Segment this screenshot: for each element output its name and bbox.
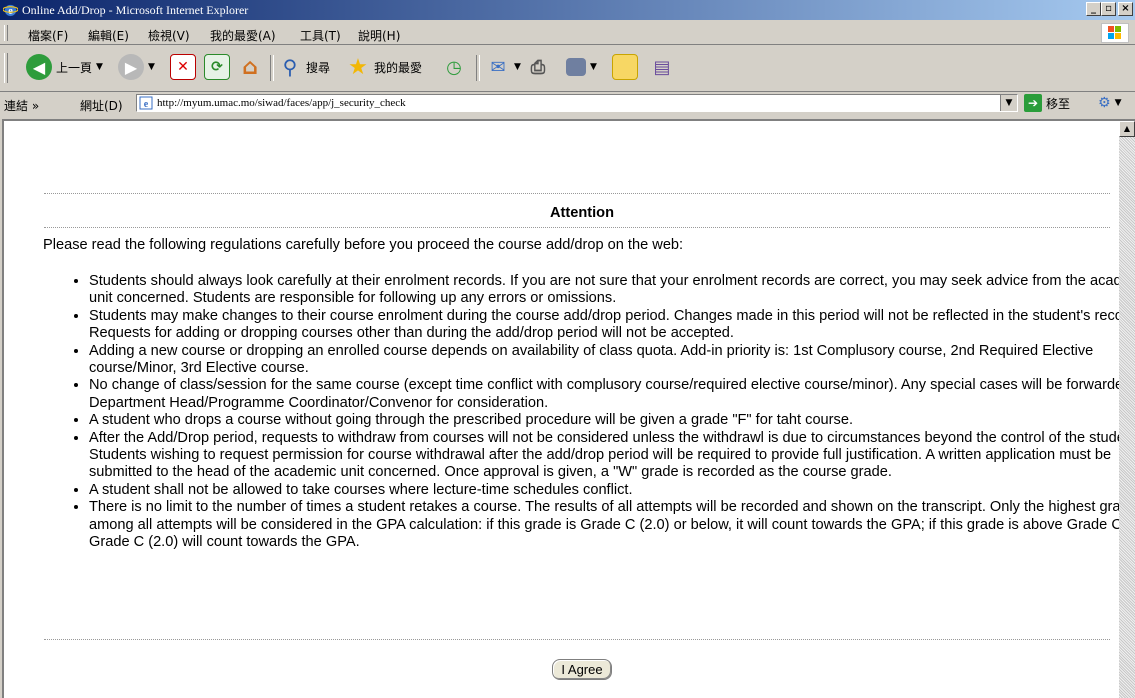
mail-button[interactable]: ✉ ▼ xyxy=(486,51,521,83)
folder-icon xyxy=(612,54,638,80)
links-label[interactable]: 連結 » xyxy=(4,97,39,114)
divider xyxy=(44,193,1110,194)
back-arrow-icon: ◀ xyxy=(26,54,52,80)
standard-toolbar: ◀ 上一頁 ▼ ▶ ▼ ✕ ⟳ ⌂ ⚲ 搜尋 ★ 我的最愛 ◷ ✉ ▼ ⎙ ▼ … xyxy=(0,45,1135,92)
list-item: A student shall not be allowed to take c… xyxy=(89,482,1135,499)
url-text[interactable]: http://myum.umac.mo/siwad/faces/app/j_se… xyxy=(157,97,406,109)
edit-page-icon xyxy=(566,58,586,76)
stop-button[interactable]: ✕ xyxy=(170,51,196,83)
regulations-list: Students should always look carefully at… xyxy=(43,273,1135,552)
web-content-area: Attention Please read the following regu… xyxy=(2,119,1135,698)
discuss-button[interactable] xyxy=(612,51,638,83)
list-item: Adding a new course or dropping an enrol… xyxy=(89,343,1135,378)
menu-edit[interactable]: 編輯(E) xyxy=(88,27,129,44)
menu-file[interactable]: 檔案(F) xyxy=(28,27,68,44)
agree-button[interactable]: I Agree xyxy=(552,659,612,680)
svg-text:e: e xyxy=(8,6,13,17)
divider xyxy=(44,639,1110,640)
search-button[interactable]: ⚲ 搜尋 xyxy=(278,51,330,83)
list-item: No change of class/session for the same … xyxy=(89,377,1135,412)
toolbar-separator xyxy=(270,55,274,81)
ie-page-icon: e xyxy=(139,96,153,110)
printer-icon: ⎙ xyxy=(530,56,546,78)
menu-bar: 檔案(F) 編輯(E) 檢視(V) 我的最愛(A) 工具(T) 說明(H) xyxy=(0,22,1135,45)
history-icon: ◷ xyxy=(446,56,462,78)
forward-button[interactable]: ▶ ▼ xyxy=(118,51,155,83)
mail-dropdown-icon[interactable]: ▼ xyxy=(514,62,521,72)
windows-logo-icon xyxy=(1101,23,1129,43)
list-item: Students should always look carefully at… xyxy=(89,273,1135,308)
extension-button[interactable]: ⚙ ▼ xyxy=(1098,95,1121,111)
maximize-button[interactable]: ▫ xyxy=(1101,2,1116,16)
menu-grip xyxy=(4,25,8,41)
list-item: A student who drops a course without goi… xyxy=(89,412,1135,429)
ie-logo-icon: e xyxy=(3,4,18,17)
research-icon: ▤ xyxy=(653,56,671,78)
list-item: After the Add/Drop period, requests to w… xyxy=(89,430,1135,482)
extension-icon: ⚙ xyxy=(1098,95,1111,111)
home-button[interactable]: ⌂ xyxy=(238,51,262,83)
refresh-icon: ⟳ xyxy=(204,54,230,80)
edit-dropdown-icon[interactable]: ▼ xyxy=(590,62,597,72)
intro-text: Please read the following regulations ca… xyxy=(43,237,684,253)
address-field[interactable]: e http://myum.umac.mo/siwad/faces/app/j_… xyxy=(136,94,1018,112)
go-label: 移至 xyxy=(1046,96,1071,111)
window-title: Online Add/Drop - Microsoft Internet Exp… xyxy=(22,3,249,17)
menu-favorites[interactable]: 我的最愛(A) xyxy=(210,27,276,44)
address-label: 網址(D) xyxy=(80,99,123,113)
svg-text:e: e xyxy=(144,99,149,110)
forward-arrow-icon: ▶ xyxy=(118,54,144,80)
window-title-bar: e Online Add/Drop - Microsoft Internet E… xyxy=(0,0,1135,20)
extension-dropdown-icon[interactable]: ▼ xyxy=(1115,98,1122,108)
list-item: There is no limit to the number of times… xyxy=(89,499,1135,551)
favorites-label: 我的最愛 xyxy=(374,60,423,75)
mail-icon: ✉ xyxy=(490,56,506,78)
search-label: 搜尋 xyxy=(306,60,331,75)
search-icon: ⚲ xyxy=(282,55,298,79)
divider xyxy=(44,227,1110,228)
back-dropdown-icon[interactable]: ▼ xyxy=(96,62,103,72)
minimize-button[interactable]: _ xyxy=(1086,2,1101,16)
refresh-button[interactable]: ⟳ xyxy=(204,51,230,83)
go-arrow-icon: ➔ xyxy=(1024,94,1042,112)
menu-help[interactable]: 說明(H) xyxy=(358,27,400,44)
back-button[interactable]: ◀ 上一頁 ▼ xyxy=(26,51,103,83)
edit-button[interactable]: ▼ xyxy=(566,51,597,83)
history-button[interactable]: ◷ xyxy=(442,51,466,83)
toolbar-grip xyxy=(4,53,8,83)
print-button[interactable]: ⎙ xyxy=(526,51,550,83)
stop-icon: ✕ xyxy=(170,54,196,80)
toolbar-separator xyxy=(476,55,480,81)
forward-dropdown-icon[interactable]: ▼ xyxy=(148,62,155,72)
go-button[interactable]: ➔ 移至 xyxy=(1024,94,1070,112)
list-item: Students may make changes to their cours… xyxy=(89,308,1135,343)
menu-view[interactable]: 檢視(V) xyxy=(148,27,190,44)
star-icon: ★ xyxy=(348,54,368,80)
address-dropdown-icon[interactable]: ▼ xyxy=(1000,95,1017,111)
favorites-button[interactable]: ★ 我的最愛 xyxy=(346,51,422,83)
scroll-up-arrow-icon[interactable]: ▲ xyxy=(1119,121,1135,137)
address-bar: 連結 » 網址(D) e http://myum.umac.mo/siwad/f… xyxy=(0,92,1135,116)
vertical-scrollbar[interactable]: ▲ xyxy=(1119,121,1135,698)
attention-heading: Attention xyxy=(549,205,615,221)
research-button[interactable]: ▤ xyxy=(650,51,674,83)
menu-tools[interactable]: 工具(T) xyxy=(300,27,341,44)
agree-container: I Agree xyxy=(32,659,1132,680)
home-icon: ⌂ xyxy=(242,54,258,80)
close-button[interactable]: × xyxy=(1118,2,1133,16)
back-label: 上一頁 xyxy=(56,60,93,75)
